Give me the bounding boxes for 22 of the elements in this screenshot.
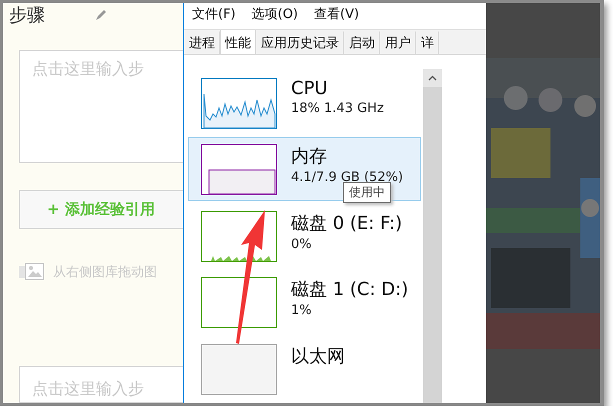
menu-item[interactable]: 选项(O) — [252, 4, 298, 22]
scrollbar[interactable] — [423, 69, 442, 403]
resource-usage: 0% — [291, 236, 313, 252]
section-heading: 步骤 — [9, 4, 45, 27]
resource-name: 以太网 — [291, 344, 345, 368]
menu-item[interactable]: 文件(F) — [192, 4, 236, 22]
tooltip: 使用中 — [343, 182, 391, 204]
menu-item[interactable]: 查看(V) — [314, 4, 360, 22]
tab[interactable]: 性能 — [220, 30, 256, 54]
resource-name: 内存 — [291, 145, 328, 168]
pencil-icon — [95, 9, 107, 21]
resource-usage: 1% — [291, 303, 313, 318]
resource-item[interactable]: 磁盘 1 (C: D:) 1% — [188, 270, 421, 334]
resource-item[interactable]: 内存 4.1/7.9 GB (52%) 使用中 — [188, 137, 421, 201]
resource-item[interactable]: 以太网 — [188, 336, 421, 400]
resource-name: CPU — [291, 78, 329, 99]
image-icon — [19, 262, 45, 281]
resource-item[interactable]: CPU 18% 1.43 GHz — [188, 71, 421, 134]
resource-name: 磁盘 0 (E: F:) — [291, 212, 402, 235]
caret-up-icon[interactable] — [428, 75, 437, 81]
resource-name: 磁盘 1 (C: D:) — [291, 278, 408, 302]
resource-usage: 18% 1.43 GHz — [291, 101, 384, 116]
